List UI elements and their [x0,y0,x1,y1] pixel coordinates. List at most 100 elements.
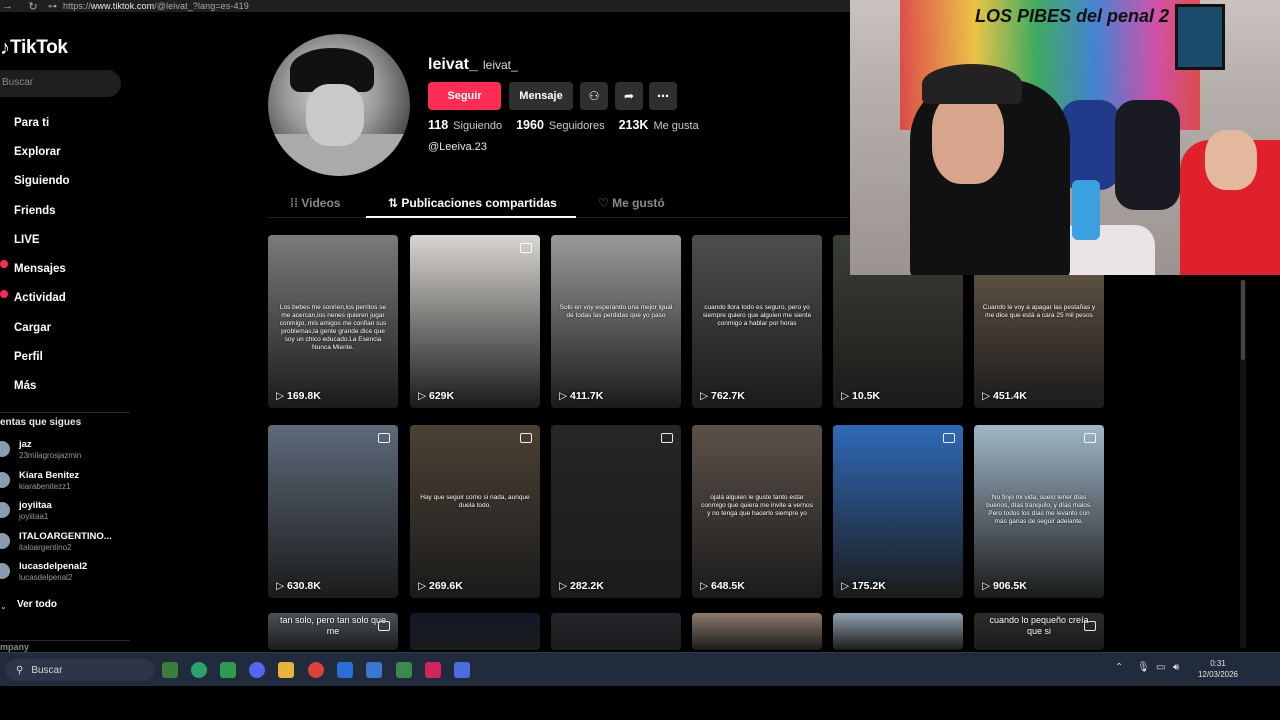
tab-liked[interactable]: ♡ Me gustó [598,196,665,210]
company-link[interactable]: mpany [0,642,29,652]
following-accounts-title: entas que sigues [0,417,82,428]
video-thumbnail[interactable]: ojalá alguien le guste tanto estar conmi… [692,425,822,598]
video-thumbnail[interactable]: ▷ 282.2K [551,425,681,598]
back-icon[interactable]: → [2,0,18,12]
profile-username: leivat_ [428,56,478,73]
profile-avatar[interactable] [268,34,410,176]
app-icon[interactable] [425,662,441,678]
video-thumbnail[interactable]: ▷ 630.8K [268,425,398,598]
view-count: ▷ 630.8K [276,580,321,592]
video-thumbnail[interactable]: cuando lo pequeño creía que si [974,613,1104,650]
video-caption: tan solo, pero tan solo que me [279,615,387,636]
widgets-icon[interactable] [162,662,178,678]
follow-button[interactable]: Seguir [428,82,501,110]
video-thumbnail[interactable]: ▷ 175.2K [833,425,963,598]
avatar [0,441,10,457]
play-icon: ▷ [559,390,570,402]
url-text[interactable]: https://www.tiktok.com/@leivat_?lang=es-… [63,1,249,11]
sidebar: ♪ TikTok Buscar Para ti Explorar Siguiendo… [0,12,230,652]
terminal-icon[interactable] [396,662,412,678]
taskbar-search[interactable]: ⚲ Buscar [6,659,154,681]
play-icon[interactable] [220,662,236,678]
sidebar-item-cargar[interactable]: Cargar [0,313,70,342]
avatar [0,471,10,488]
chrome-icon[interactable] [308,662,324,678]
account-name: jaz [19,439,32,450]
divider [0,412,130,413]
sidebar-item-label: Más [14,380,37,393]
play-icon: ▷ [276,390,287,402]
discord-icon[interactable] [249,662,265,678]
account-name: joyiitaa [19,500,52,511]
following-account[interactable]: joyiitaa joyiitaa1 [0,500,112,531]
video-thumbnail[interactable] [692,613,822,650]
sidebar-item-label: Perfil [14,351,43,364]
taskbar-clock[interactable]: 0:31 12/03/2026 [1196,658,1240,680]
video-thumbnail[interactable] [410,613,540,650]
volume-icon[interactable]: 🔊︎ [1173,662,1179,673]
browser-address-bar[interactable]: → ↻ ⊶ https://www.tiktok.com/@leivat_?la… [0,0,850,13]
mail-icon[interactable] [337,662,353,678]
video-thumbnail[interactable]: ▷ 629K [410,235,540,408]
video-thumbnail[interactable]: No finjo mi vida, suelo tener días bueno… [974,425,1104,598]
tab-videos[interactable]: ⁞⁞ Videos [290,196,340,210]
video-thumbnail[interactable]: Hay que seguir como si nada, aunque duel… [410,425,540,598]
more-options-icon[interactable]: ⋯ [649,82,677,110]
folder-icon[interactable] [278,662,294,678]
view-count: ▷ 169.8K [276,390,321,402]
divider [0,640,130,641]
view-count: ▷ 762.7K [700,390,745,402]
following-account[interactable]: lucasdelpenal2 lucasdelpenal2 [0,561,112,592]
video-thumbnail[interactable] [833,613,963,650]
store-icon[interactable] [366,662,382,678]
sidebar-item-más[interactable]: Más [0,372,70,401]
account-handle: kiarabenitezz1 [19,481,71,491]
page-scrollbar[interactable] [1240,280,1246,648]
sidebar-item-mensajes[interactable]: Mensajes [0,254,70,283]
site-info-icon[interactable]: ⊶ [48,1,57,12]
message-button[interactable]: Mensaje [509,82,573,110]
following-account[interactable]: ITALOARGENTINO... italoargentino2 [0,531,112,562]
sidebar-item-friends[interactable]: Friends [0,196,70,225]
sidebar-item-actividad[interactable]: Actividad [0,284,70,313]
video-thumbnail[interactable] [551,613,681,650]
search-input[interactable]: Buscar [0,70,121,97]
play-icon: ▷ [559,580,570,592]
heart-icon: ♡ [598,196,613,210]
tiktok-note-icon: ♪ [0,37,10,59]
video-thumbnail[interactable]: Solo en voy esperando una mejor igual de… [551,235,681,408]
tab-reposts[interactable]: ⇅ Publicaciones compartidas [388,196,557,210]
sidebar-item-perfil[interactable]: Perfil [0,342,70,371]
share-icon[interactable]: ➦ [615,82,643,110]
play-icon: ▷ [700,390,711,402]
video-caption: No finjo mi vida, suelo tener días bueno… [986,494,1092,526]
following-account[interactable]: Kiara Benitez kiarabenitezz1 [0,470,112,501]
video-caption: Hay que seguir como si nada, aunque duel… [420,494,530,510]
sidebar-item-label: LIVE [14,233,40,246]
video-thumbnail[interactable]: cuando llora todo es seguro, pero yo sie… [692,235,822,408]
tray-chevron-icon[interactable]: ⌃ [1115,662,1123,673]
followers-count[interactable]: 1960 [516,118,544,132]
edge-icon[interactable] [191,662,207,678]
sidebar-item-siguiendo[interactable]: Siguiendo [0,167,70,196]
windows-taskbar: ⚲ Buscar ⌃ 🎙︎ ▭ 🔊︎ 0:31 12/03/2026 [0,652,1280,686]
sidebar-item-explorar[interactable]: Explorar [0,137,70,166]
video-thumbnail[interactable]: tan solo, pero tan solo que me [268,613,398,650]
video-thumbnail[interactable]: Los bebes me sonrien,los perritos se me … [268,235,398,408]
add-friend-icon[interactable]: ⚇ [580,82,608,110]
photo-carousel-icon [520,433,532,443]
sidebar-item-live[interactable]: LIVE [0,225,70,254]
following-account[interactable]: jaz 23milagrosjazmin [0,439,112,470]
profile-nickname: leivat_ [483,58,518,72]
network-icon[interactable]: ▭ [1156,662,1165,673]
view-count: ▷ 906.5K [982,580,1027,592]
tiktok-logo[interactable]: ♪ TikTok [0,36,68,60]
following-count[interactable]: 118 [428,118,448,132]
see-all-button[interactable]: Ver todo [17,599,57,610]
reload-icon[interactable]: ↻ [18,0,48,13]
sidebar-item-para-ti[interactable]: Para ti [0,108,70,137]
app2-icon[interactable] [454,662,470,678]
profile-stats: 118 Siguiendo 1960 Seguidores 213K Me gusta [428,118,699,132]
microphone-icon[interactable]: 🎙︎ [1137,662,1150,673]
account-handle: 23milagrosjazmin [19,451,82,460]
